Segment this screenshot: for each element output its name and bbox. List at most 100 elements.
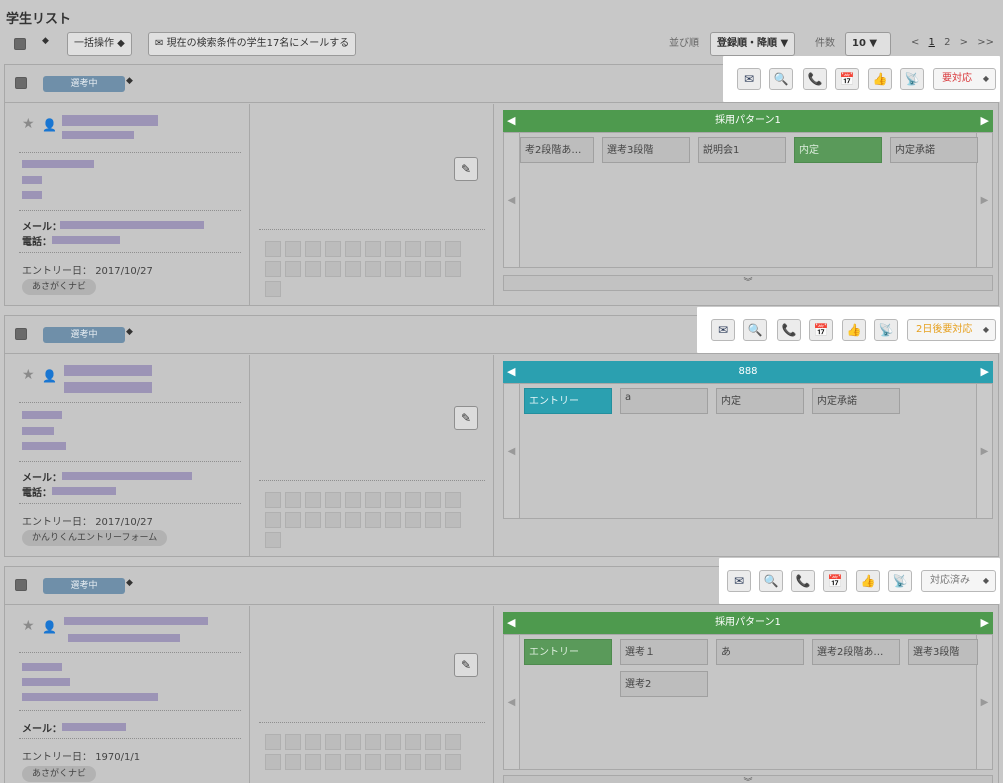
flow-prev-icon[interactable]: ◀ [507, 612, 515, 634]
flow-step[interactable]: 選考2段階あ… [812, 639, 900, 665]
flow-step-active[interactable]: エントリー [524, 388, 612, 414]
like-icon[interactable]: 👍 [856, 570, 880, 592]
phone-icon[interactable]: 📞 [803, 68, 827, 90]
calendar-icon[interactable]: 📅 [809, 319, 833, 341]
card-checkbox[interactable] [15, 579, 27, 591]
count-select[interactable]: 10 ▼ [845, 32, 891, 56]
flow-prev-icon[interactable]: ◀ [507, 361, 515, 383]
status-stepper[interactable]: ◆ [126, 76, 133, 86]
search-doc-icon[interactable]: 🔍 [769, 68, 793, 90]
like-icon[interactable]: 👍 [868, 68, 892, 90]
broadcast-icon[interactable]: 📡 [900, 68, 924, 90]
pager-next[interactable]: > [960, 37, 968, 48]
flow-prev-icon[interactable]: ◀ [507, 110, 515, 132]
flow-next-icon[interactable]: ▶ [981, 361, 989, 383]
pagination: < 1 2 > >> [908, 32, 997, 54]
flow-next-icon[interactable]: ▶ [981, 110, 989, 132]
calendar-icon[interactable]: 📅 [835, 68, 859, 90]
response-status-label: 要対応 [942, 73, 972, 84]
pager-prev[interactable]: < [911, 37, 919, 48]
response-status-select[interactable]: 対応済み ◆ [921, 570, 996, 592]
card-checkbox[interactable] [15, 328, 27, 340]
flow-scroll-left-icon[interactable]: ◀ [504, 635, 520, 769]
broadcast-icon[interactable]: 📡 [874, 319, 898, 341]
entry-date: エントリー日： 2017/10/27 [22, 513, 153, 528]
mail-value[interactable] [62, 472, 192, 480]
star-icon[interactable]: ★ [22, 367, 35, 383]
pager-page-1[interactable]: 1 [929, 37, 935, 48]
grade [22, 442, 66, 450]
phone-icon[interactable]: 📞 [791, 570, 815, 592]
status-stepper[interactable]: ◆ [126, 578, 133, 588]
flow-scroll-right-icon[interactable]: ▶ [976, 384, 992, 518]
flow-step[interactable]: 選考１ [620, 639, 708, 665]
memo-edit-icon[interactable]: ✎ [454, 406, 478, 430]
source-tag: あさがくナビ [22, 766, 97, 782]
calendar-icon[interactable]: 📅 [823, 570, 847, 592]
flow-step-active[interactable]: 内定 [794, 137, 882, 163]
phone-icon[interactable]: 📞 [777, 319, 801, 341]
student-profile: ★ 👤 メール： 電話： エントリー日： 2017/10/27 あさがくナビ [5, 104, 250, 305]
flow-step[interactable]: 選考3段階 [908, 639, 978, 665]
flow-step[interactable]: 考2段階あ… [520, 137, 594, 163]
flow-expand-icon[interactable]: ︾ [503, 775, 993, 783]
mail-value[interactable] [62, 723, 126, 731]
student-card: 選考中 ◆ ✉ 🔍 📞 📅 👍 📡 要対応 ◆ ★ 👤 メール： 電話： エントリ… [4, 56, 1000, 306]
like-icon[interactable]: 👍 [842, 319, 866, 341]
mail-icon: ✉ [155, 38, 164, 49]
flow-step[interactable]: 選考3段階 [602, 137, 690, 163]
flow-step[interactable]: あ [716, 639, 804, 665]
response-status-select[interactable]: 2日後要対応 ◆ [907, 319, 996, 341]
memo-area: ✎ [251, 355, 494, 556]
source-tag: かんりくんエントリーフォーム [22, 530, 168, 546]
flow-step[interactable]: 内定 [716, 388, 804, 414]
star-icon[interactable]: ★ [22, 116, 35, 132]
flow-step-active[interactable]: エントリー [524, 639, 612, 665]
student-name[interactable] [64, 365, 152, 376]
status-badge[interactable]: 選考中 [43, 76, 125, 92]
card-checkbox[interactable] [15, 77, 27, 89]
flow-step[interactable]: a [620, 388, 708, 414]
flow-step[interactable]: 内定承諾 [812, 388, 900, 414]
status-badge[interactable]: 選考中 [43, 578, 125, 594]
pager-page-2[interactable]: 2 [944, 37, 950, 48]
flow-step[interactable]: 選考2 [620, 671, 708, 697]
broadcast-icon[interactable]: 📡 [888, 570, 912, 592]
entry-date: エントリー日： 1970/1/1 [22, 748, 140, 763]
student-profile: ★ 👤 メール： エントリー日： 1970/1/1 あさがくナビ [5, 606, 250, 783]
bulk-action-button[interactable]: 一括操作 ◆ [67, 32, 132, 56]
status-badge[interactable]: 選考中 [43, 327, 125, 343]
student-name[interactable] [64, 617, 208, 625]
sort-select[interactable]: 登録順・降順 ▼ [710, 32, 796, 56]
flow-step[interactable]: 内定承諾 [890, 137, 978, 163]
flow-scroll-left-icon[interactable]: ◀ [504, 384, 520, 518]
response-status-select[interactable]: 要対応 ◆ [933, 68, 996, 90]
selection-flow: ◀ 採用パターン1 ▶ ◀ ▶ 考2段階あ… 選考3段階 説明会1 内定 内定承… [495, 104, 998, 305]
search-doc-icon[interactable]: 🔍 [759, 570, 783, 592]
flow-scroll-left-icon[interactable]: ◀ [504, 133, 520, 267]
pager-last[interactable]: >> [977, 37, 994, 48]
memo-edit-icon[interactable]: ✎ [454, 653, 478, 677]
select-all-stepper[interactable]: ◆ [42, 36, 49, 46]
school-name [22, 160, 94, 168]
status-stepper[interactable]: ◆ [126, 327, 133, 337]
search-doc-icon[interactable]: 🔍 [743, 319, 767, 341]
memo-edit-icon[interactable]: ✎ [454, 157, 478, 181]
flow-next-icon[interactable]: ▶ [981, 612, 989, 634]
student-name[interactable] [62, 115, 158, 126]
flow-step[interactable]: 説明会1 [698, 137, 786, 163]
mail-icon[interactable]: ✉ [711, 319, 735, 341]
student-card: 選考中 ◆ ✉ 🔍 📞 📅 👍 📡 対応済み ◆ ★ 👤 メール： エントリー日：… [4, 558, 1000, 783]
entry-date-value: 1970/1/1 [95, 752, 141, 763]
mail-icon[interactable]: ✉ [737, 68, 761, 90]
flow-expand-icon[interactable]: ︾ [503, 275, 993, 291]
flow-scroll-right-icon[interactable]: ▶ [976, 635, 992, 769]
select-all-checkbox[interactable] [14, 38, 26, 50]
selection-flow: ◀ 888 ▶ ◀ ▶ エントリー a 内定 内定承諾 [495, 355, 998, 556]
bulk-mail-button[interactable]: ✉ 現在の検索条件の学生17名にメールする [148, 32, 357, 56]
flow-title: 採用パターン1 [715, 617, 781, 628]
flow-scroll-right-icon[interactable]: ▶ [976, 133, 992, 267]
star-icon[interactable]: ★ [22, 618, 35, 634]
mail-icon[interactable]: ✉ [727, 570, 751, 592]
mail-value[interactable] [60, 221, 204, 229]
